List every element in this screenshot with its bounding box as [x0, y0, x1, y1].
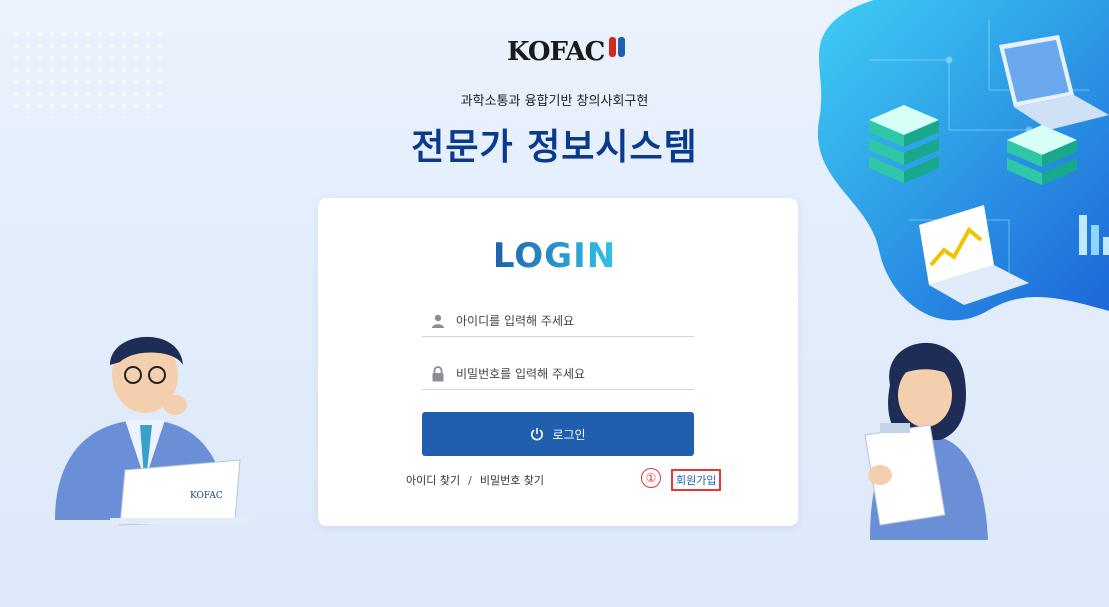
woman-illustration — [864, 342, 988, 540]
laptop-logo: KOFAC — [190, 491, 223, 501]
signup-link[interactable]: 회원가입 — [671, 469, 722, 491]
link-separator: / — [468, 474, 472, 487]
logo-mark-icon — [607, 37, 626, 57]
account-links: 아이디 찾기 / 비밀번호 찾기 — [406, 472, 544, 488]
page-subtitle: 과학소통과 융합기반 창의사회구현 — [460, 94, 649, 109]
callout-number-badge: ① — [641, 468, 661, 488]
id-input[interactable] — [454, 313, 688, 329]
power-icon — [530, 427, 544, 441]
password-input[interactable] — [454, 366, 688, 382]
lock-icon — [428, 364, 448, 384]
password-field[interactable] — [422, 359, 694, 390]
kofac-logo: KOFAC — [507, 37, 626, 67]
id-field[interactable] — [422, 306, 694, 337]
login-page: KOFAC 과학소통과 융합기반 창의사회구현 전문가 정보시스템 LOGIN … — [0, 0, 1109, 607]
find-password-link[interactable]: 비밀번호 찾기 — [480, 474, 544, 487]
man-illustration: KOFAC — [55, 336, 250, 526]
find-id-link[interactable]: 아이디 찾기 — [406, 474, 460, 487]
login-button-label: 로그인 — [552, 427, 586, 442]
login-title-text: LOGIN — [492, 236, 617, 276]
login-title: LOGIN — [0, 236, 1109, 276]
tech-illustration — [817, 0, 1109, 321]
login-button[interactable]: 로그인 — [422, 412, 694, 456]
page-title: 전문가 정보시스템 — [411, 127, 698, 168]
logo-text: KOFAC — [507, 37, 605, 67]
user-icon — [428, 311, 448, 331]
